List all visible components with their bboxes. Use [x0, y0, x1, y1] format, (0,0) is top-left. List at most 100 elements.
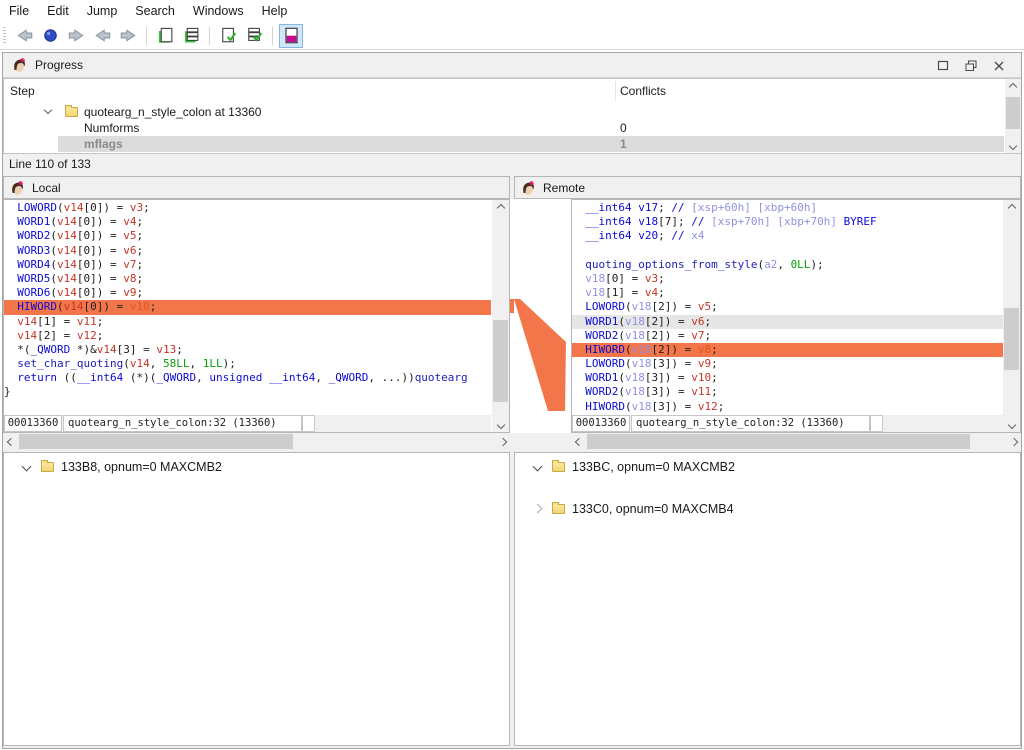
maximize-button[interactable]: [929, 55, 957, 77]
scroll-down-button[interactable]: [1005, 138, 1021, 153]
remote-horizontal-scrollbar[interactable]: [571, 433, 1021, 450]
code-line[interactable]: WORD4(v14[0]) = v7;: [4, 258, 491, 272]
code-line[interactable]: *(_QWORD *)&v14[3] = v13;: [4, 343, 491, 357]
progress-scrollbar-thumb[interactable]: [1006, 97, 1020, 129]
menu-item-file[interactable]: File: [0, 0, 38, 22]
code-line[interactable]: v18[1] = v4;: [572, 286, 1003, 300]
folder-icon: [41, 462, 54, 472]
code-line[interactable]: WORD1(v14[0]) = v4;: [4, 215, 491, 229]
local-horizontal-scrollbar-thumb[interactable]: [19, 434, 293, 449]
conflict-item-label: 133BC, opnum=0 MAXCMB2: [572, 460, 735, 474]
code-line[interactable]: HIWORD(v14[0]) = v10;: [4, 300, 491, 314]
code-line[interactable]: WORD1(v18[2]) = v6;: [572, 315, 1003, 329]
nav-back-icon[interactable]: [12, 24, 36, 48]
code-line[interactable]: WORD6(v14[0]) = v9;: [4, 286, 491, 300]
scroll-up-button[interactable]: [1005, 79, 1021, 94]
progress-row-quotearg_n_style_colon[interactable]: quotearg_n_style_colon at 13360: [4, 104, 1004, 120]
scroll-right-button[interactable]: [1006, 433, 1021, 450]
code-line[interactable]: WORD2(v18[3]) = v11;: [572, 385, 1003, 399]
code-line[interactable]: LOWORD(v14[0]) = v3;: [4, 201, 491, 215]
code-token: [572, 229, 585, 242]
menu-item-help[interactable]: Help: [253, 0, 297, 22]
local-database-icon[interactable]: [153, 24, 177, 48]
progress-row-label: Numforms: [84, 121, 139, 135]
remote-horizontal-scrollbar-thumb[interactable]: [587, 434, 970, 449]
code-line[interactable]: WORD5(v14[0]) = v8;: [4, 272, 491, 286]
code-token: [572, 315, 585, 328]
code-line[interactable]: HIWORD(v18[2]) = v8;: [572, 343, 1003, 357]
diff-connector: [510, 199, 571, 433]
toolbar-grip[interactable]: [3, 27, 6, 45]
nav-forward-icon[interactable]: [64, 24, 88, 48]
tree-expander-icon[interactable]: [533, 504, 543, 514]
restore-button[interactable]: [957, 55, 985, 77]
merge-view-icon[interactable]: [279, 24, 303, 48]
code-line[interactable]: return ((__int64 (*)(_QWORD, unsigned __…: [4, 371, 491, 385]
code-line[interactable]: WORD2(v14[0]) = v5;: [4, 229, 491, 243]
menu-item-edit[interactable]: Edit: [38, 0, 78, 22]
progress-scrollbar[interactable]: [1005, 79, 1021, 153]
scroll-right-button[interactable]: [495, 433, 510, 450]
code-line[interactable]: __int64 v20; // x4: [572, 229, 1003, 243]
scroll-left-button[interactable]: [571, 433, 586, 450]
scroll-left-button[interactable]: [3, 433, 18, 450]
local-vertical-scrollbar[interactable]: [492, 200, 509, 432]
column-divider[interactable]: [615, 81, 616, 101]
code-token: [572, 385, 585, 398]
code-token: v11: [77, 315, 97, 328]
local-horizontal-scrollbar[interactable]: [3, 433, 510, 450]
menu-item-jump[interactable]: Jump: [78, 0, 127, 22]
local-conflict-item-133B8[interactable]: 133B8, opnum=0 MAXCMB2: [4, 459, 509, 477]
code-line[interactable]: WORD2(v18[2]) = v7;: [572, 329, 1003, 343]
code-line[interactable]: __int64 v17; // [xsp+60h] [xbp+60h]: [572, 201, 1003, 215]
code-line[interactable]: LOWORD(v18[3]) = v9;: [572, 357, 1003, 371]
current-address-icon[interactable]: [38, 24, 62, 48]
remote-conflict-item-133C0[interactable]: 133C0, opnum=0 MAXCMB4: [515, 501, 1020, 519]
code-line[interactable]: WORD1(v18[3]) = v10;: [572, 371, 1003, 385]
local-vertical-scrollbar-thumb[interactable]: [493, 320, 508, 402]
code-line[interactable]: LOWORD(v18[2]) = v5;: [572, 300, 1003, 314]
column-header-conflicts[interactable]: Conflicts: [620, 84, 666, 98]
progress-row-mflags[interactable]: mflags1: [4, 136, 1004, 152]
code-line[interactable]: [572, 244, 1003, 258]
code-line[interactable]: __int64 v18[7]; // [xsp+70h] [xbp+70h] B…: [572, 215, 1003, 229]
code-token: ;: [136, 244, 143, 257]
remote-pane-title: Remote: [543, 181, 585, 195]
scroll-up-button[interactable]: [492, 200, 509, 215]
code-line[interactable]: }: [4, 385, 491, 399]
code-line[interactable]: v18[0] = v3;: [572, 272, 1003, 286]
menu-item-search[interactable]: Search: [126, 0, 184, 22]
tree-expander-icon[interactable]: [44, 106, 52, 114]
code-token: [572, 329, 585, 342]
scroll-down-button[interactable]: [492, 417, 509, 432]
code-token: _QWORD: [329, 371, 369, 384]
prev-difference-icon[interactable]: [90, 24, 114, 48]
code-line[interactable]: HIWORD(v18[3]) = v12;: [572, 400, 1003, 414]
scroll-down-button[interactable]: [1003, 417, 1020, 432]
code-token: WORD1: [585, 315, 618, 328]
local-list-icon[interactable]: [179, 24, 203, 48]
code-token: ,: [777, 258, 790, 271]
tree-expander-icon[interactable]: [22, 462, 32, 472]
next-difference-icon[interactable]: [116, 24, 140, 48]
tree-expander-icon[interactable]: [533, 462, 543, 472]
code-line[interactable]: v14[2] = v12;: [4, 329, 491, 343]
code-token: //: [671, 201, 691, 214]
code-line[interactable]: quoting_options_from_style(a2, 0LL);: [572, 258, 1003, 272]
remote-vertical-scrollbar-thumb[interactable]: [1004, 308, 1019, 370]
accept-list-icon[interactable]: [242, 24, 266, 48]
remote-conflict-item-133BC[interactable]: 133BC, opnum=0 MAXCMB2: [515, 459, 1020, 477]
remote-vertical-scrollbar[interactable]: [1003, 200, 1020, 432]
code-line[interactable]: v14[1] = v11;: [4, 315, 491, 329]
code-line[interactable]: set_char_quoting(v14, 58LL, 1LL);: [4, 357, 491, 371]
code-token: [0]) =: [77, 229, 123, 242]
accept-database-icon[interactable]: [216, 24, 240, 48]
folder-icon: [65, 107, 78, 117]
code-token: v18: [632, 300, 652, 313]
close-button[interactable]: [985, 55, 1013, 77]
progress-row-Numforms[interactable]: Numforms0: [4, 120, 1004, 136]
code-line[interactable]: WORD3(v14[0]) = v6;: [4, 244, 491, 258]
scroll-up-button[interactable]: [1003, 200, 1020, 215]
menu-item-windows[interactable]: Windows: [184, 0, 253, 22]
column-header-step[interactable]: Step: [10, 84, 35, 98]
